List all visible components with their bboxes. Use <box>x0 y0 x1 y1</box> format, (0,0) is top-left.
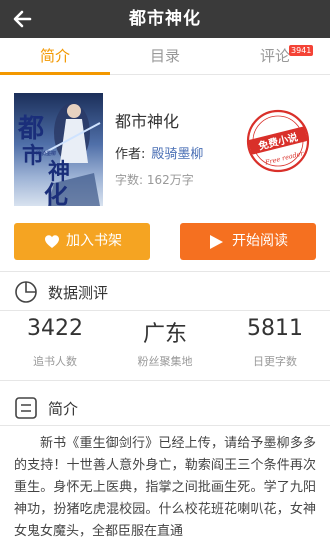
tab-intro[interactable]: 简介 <box>0 38 110 74</box>
book-cover-image: 都 市 神 化 殿骑墨柳 <box>14 93 103 206</box>
author-row: 作者: 殿骑墨柳 <box>115 143 203 162</box>
book-cover[interactable]: 都 市 神 化 殿骑墨柳 <box>14 93 103 206</box>
section-divider <box>0 271 330 272</box>
active-tab-indicator <box>0 72 110 75</box>
play-icon <box>210 235 223 249</box>
free-reader-stamp: 免费小说 Free reader <box>245 108 311 174</box>
fan-region: 广东 <box>142 322 187 347</box>
book-title: 都市神化 <box>115 112 180 131</box>
daily-words-label: 日更字数 <box>253 355 297 368</box>
document-icon <box>15 397 37 419</box>
section-divider <box>0 310 330 311</box>
followers-count: 3422 <box>27 316 83 341</box>
followers-label: 追书人数 <box>33 355 77 368</box>
add-to-shelf-button[interactable]: 加入书架 <box>14 223 150 260</box>
section-divider <box>0 425 330 426</box>
word-count: 字数: 162万字 <box>115 173 194 187</box>
page-title: 都市神化 <box>129 9 201 29</box>
cover-title-char-4: 化 <box>44 180 68 206</box>
top-bar: 都市神化 <box>0 0 330 38</box>
heart-icon <box>45 235 59 248</box>
comment-count-badge: 3941 <box>289 45 314 56</box>
add-to-shelf-label: 加入书架 <box>66 233 122 249</box>
start-reading-button[interactable]: 开始阅读 <box>180 223 316 260</box>
pie-chart-icon <box>15 281 37 303</box>
cover-title-char-1: 都 <box>17 114 44 144</box>
author-link[interactable]: 殿骑墨柳 <box>151 147 203 162</box>
daily-words-count: 5811 <box>247 316 303 341</box>
cover-author: 殿骑墨柳 <box>36 150 56 157</box>
start-reading-label: 开始阅读 <box>232 233 288 249</box>
intro-section-title: 简介 <box>48 400 79 418</box>
section-divider <box>0 380 330 381</box>
author-label: 作者: <box>115 147 146 162</box>
intro-text: 新书《重生御剑行》已经上传，请给予墨柳多多的支持！十世善人意外身亡，勒索阎王三个… <box>14 436 316 539</box>
stats-section-title: 数据测评 <box>48 284 109 302</box>
stamp-subtext: Free reader <box>263 149 305 167</box>
fan-region-label: 粉丝聚集地 <box>137 355 193 368</box>
tab-comments[interactable]: 评论 <box>220 38 330 74</box>
tab-bar: 简介 目录 评论 <box>0 38 330 75</box>
tab-catalog[interactable]: 目录 <box>110 38 220 74</box>
